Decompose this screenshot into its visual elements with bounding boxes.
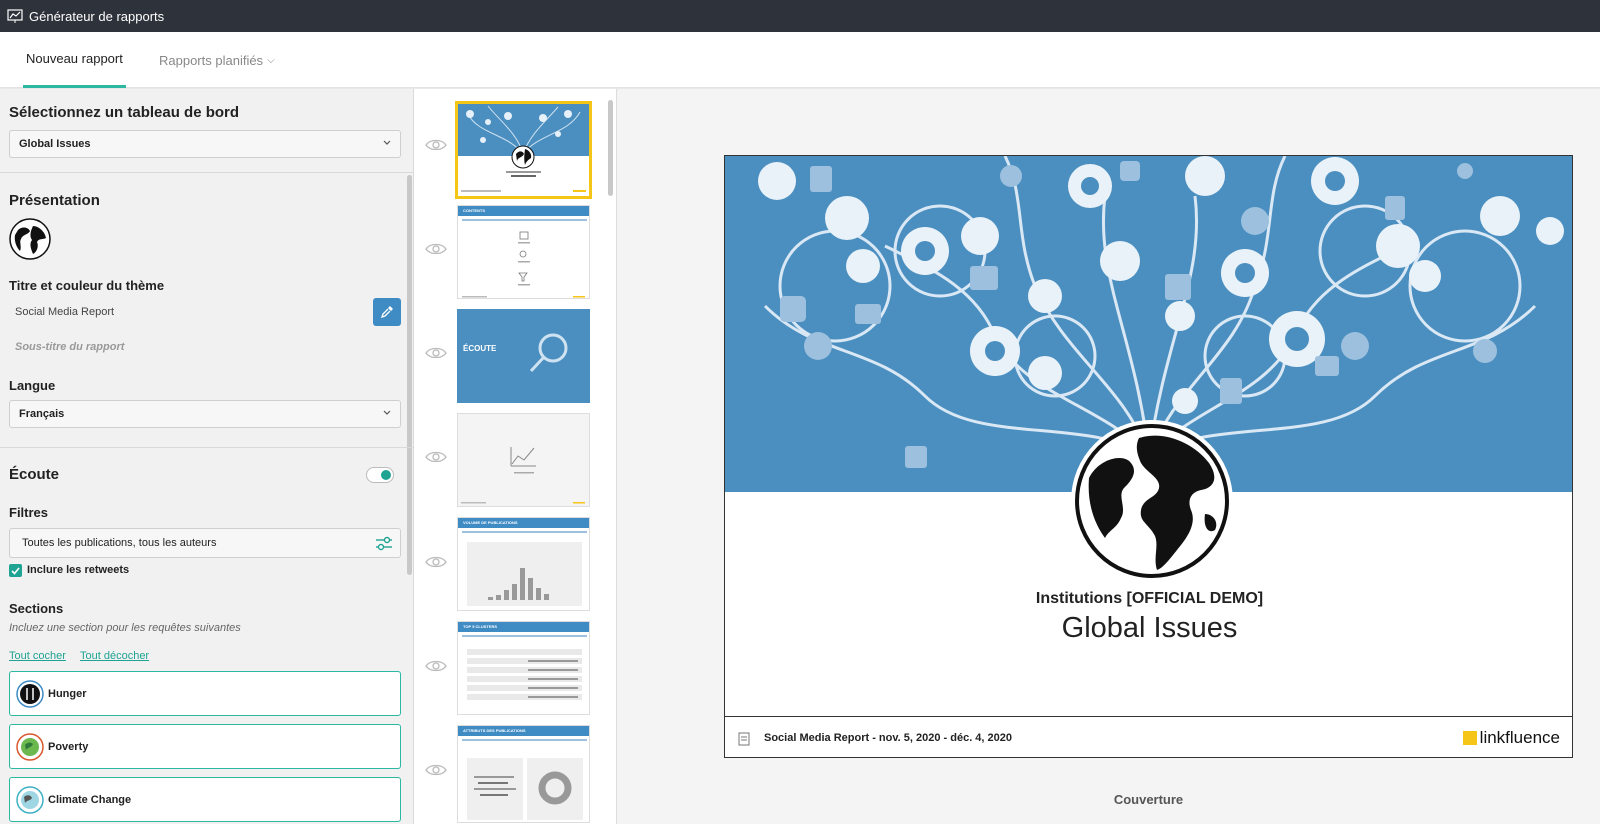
section-label: Hunger [48,687,87,700]
settings-scrollbar[interactable] [407,175,412,575]
chevron-down-icon [383,410,391,415]
visibility-eye-icon[interactable] [425,242,447,256]
presentation-heading: Présentation [9,192,100,209]
section-label: Climate Change [48,793,132,806]
check-icon [11,567,20,575]
cover-thumbnail-image [458,104,589,192]
listening-toggle[interactable] [366,467,394,483]
slide-thumbnail-publication-attributes[interactable]: ATTRIBUTS DES PUBLICATIONS [457,725,590,823]
color-picker-button[interactable] [373,298,401,326]
section-item-hunger[interactable]: Hunger [9,671,401,716]
linkfluence-mark-icon [1462,731,1477,745]
document-icon [738,732,750,746]
cover-footer: Social Media Report - nov. 5, 2020 - déc… [725,716,1572,757]
cloud-donut-thumbnail-image [462,739,587,820]
cover-organization: Institutions [OFFICIAL DEMO] [1035,590,1264,607]
chevron-down-icon [383,140,391,145]
slide-thumbnail-top-clusters[interactable]: TOP 5 CLUSTERS [457,621,590,715]
globe-icon [1071,420,1233,582]
thumbnail-title: ATTRIBUTS DES PUBLICATIONS [463,728,526,733]
cover-title: Global Issues [1061,612,1238,644]
include-retweets-label: Inclure les retweets [27,564,130,576]
filter-value: Toutes les publications, tous les auteur… [22,537,217,549]
uncheck-all-link[interactable]: Tout décocher [80,650,149,662]
visibility-eye-icon[interactable] [425,659,447,673]
cover-slide: Institutions [OFFICIAL DEMO] Global Issu… [724,155,1573,758]
app-title: Générateur de rapports [29,8,165,24]
language-select[interactable]: Français [9,400,401,428]
dashboard-select-value: Global Issues [19,138,91,150]
visibility-eye-icon[interactable] [425,555,447,569]
chevron-down-icon: ⌵ [267,54,275,66]
visibility-eye-icon[interactable] [425,346,447,360]
brand-name: linkfluence [1479,728,1560,747]
check-all-link[interactable]: Tout cocher [9,650,66,662]
include-retweets-checkbox[interactable] [9,564,22,577]
filters-heading: Filtres [9,505,49,520]
slide-thumbnail-publication-volume[interactable]: VOLUME DE PUBLICATIONS [457,517,590,611]
table-thumbnail-image [462,635,587,700]
eyedropper-icon [380,306,393,319]
dashboard-globe-icon [9,218,51,260]
theme-heading: Titre et couleur du thème [9,278,165,293]
cutlery-icon [16,680,44,708]
overview-thumbnail-image [461,447,585,504]
sliders-icon [376,536,392,551]
section-label: Poverty [48,740,89,753]
slide-thumbnail-listening-section[interactable]: ÉCOUTE [457,309,590,403]
report-title-input[interactable]: Social Media Report [15,306,114,318]
contents-thumbnail-image [462,219,587,298]
tab-scheduled-reports-label: Rapports planifiés [159,52,264,68]
linkfluence-logo: linkfluence [1462,728,1560,748]
recycle-globe-icon [16,733,44,761]
thumbnail-title: TOP 5 CLUSTERS [463,624,498,629]
cover-footer-text: Social Media Report - nov. 5, 2020 - déc… [764,732,1013,744]
language-select-value: Français [19,408,65,420]
slide-thumbnail-cover[interactable] [455,101,592,199]
visibility-eye-icon[interactable] [425,450,447,464]
chart-report-icon [7,9,23,23]
report-subtitle-input[interactable]: Sous-titre du rapport [15,341,124,353]
toggle-knob [381,470,391,480]
slide-caption: Couverture [1113,792,1184,807]
section-item-poverty[interactable]: Poverty [9,724,401,769]
language-heading: Langue [9,378,56,393]
thumbnails-scrollbar[interactable] [608,100,613,196]
earth-icon [16,786,44,814]
app-header: Générateur de rapports [0,0,1600,32]
visibility-eye-icon[interactable] [425,763,447,777]
divider [0,172,414,173]
thumbnail-title: VOLUME DE PUBLICATIONS [463,520,518,525]
divider [0,447,414,448]
magnifier-icon [529,333,568,373]
bars-thumbnail-image [462,531,587,606]
dashboard-heading: Sélectionnez un tableau de bord [9,104,240,121]
thumbnail-title: CONTENTS [463,208,485,213]
tab-bar: Nouveau rapport Rapports planifiés ⌵ [0,32,1600,88]
section-item-climate-change[interactable]: Climate Change [9,777,401,822]
tab-scheduled-reports[interactable]: Rapports planifiés ⌵ [159,32,275,88]
thumbnail-title: ÉCOUTE [463,344,497,353]
tab-new-report[interactable]: Nouveau rapport [23,32,126,88]
dashboard-select[interactable]: Global Issues [9,130,401,158]
slide-thumbnail-overview[interactable] [457,413,590,507]
sections-heading: Sections [9,601,64,616]
filter-selector[interactable]: Toutes les publications, tous les auteur… [9,528,401,558]
listening-heading: Écoute [9,466,60,483]
visibility-eye-icon[interactable] [425,138,447,152]
tab-new-report-label: Nouveau rapport [26,51,123,66]
sections-hint: Incluez une section pour les requêtes su… [9,622,241,634]
slide-thumbnail-contents[interactable]: CONTENTS [457,205,590,299]
